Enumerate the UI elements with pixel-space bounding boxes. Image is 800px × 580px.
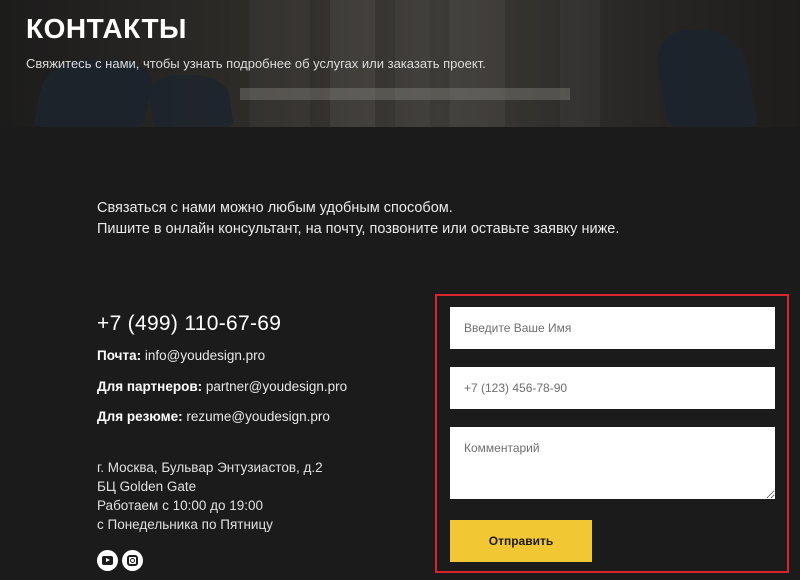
partners-mail-link[interactable]: partner@youdesign.pro: [206, 379, 347, 394]
address-line: БЦ Golden Gate: [97, 479, 197, 494]
resume-mail-link[interactable]: rezume@youdesign.pro: [186, 409, 330, 424]
intro-text: Связаться с нами можно любым удобным спо…: [97, 198, 619, 240]
mail-row: Почта: info@youdesign.pro: [97, 348, 265, 363]
hero-banner: КОНТАКТЫ Свяжитесь с нами, чтобы узнать …: [0, 0, 800, 127]
address-line: г. Москва, Бульвар Энтузиастов, д.2: [97, 460, 323, 475]
intro-line: Пишите в онлайн консультант, на почту, п…: [97, 221, 620, 237]
youtube-icon[interactable]: [97, 550, 118, 571]
page-subtitle: Свяжитесь с нами, чтобы узнать подробнее…: [26, 56, 486, 71]
working-hours: Работаем с 10:00 до 19:00: [97, 498, 264, 513]
partners-label: Для партнеров:: [97, 379, 203, 394]
working-days: с Понедельника по Пятницу: [97, 517, 273, 532]
partners-row: Для партнеров: partner@youdesign.pro: [97, 379, 347, 394]
mail-link[interactable]: info@youdesign.pro: [145, 348, 265, 363]
comment-textarea[interactable]: [450, 427, 775, 499]
resume-row: Для резюме: rezume@youdesign.pro: [97, 409, 330, 424]
instagram-icon[interactable]: [122, 550, 143, 571]
resume-label: Для резюме:: [97, 409, 183, 424]
intro-line: Связаться с нами можно любым удобным спо…: [97, 200, 453, 216]
name-input[interactable]: [450, 307, 775, 349]
address-block: г. Москва, Бульвар Энтузиастов, д.2 БЦ G…: [97, 458, 323, 534]
page-title: КОНТАКТЫ: [26, 13, 187, 44]
submit-button[interactable]: Отправить: [450, 520, 592, 562]
phone-link[interactable]: +7 (499) 110-67-69: [97, 312, 281, 336]
mail-label: Почта:: [97, 348, 142, 363]
phone-input[interactable]: [450, 367, 775, 409]
